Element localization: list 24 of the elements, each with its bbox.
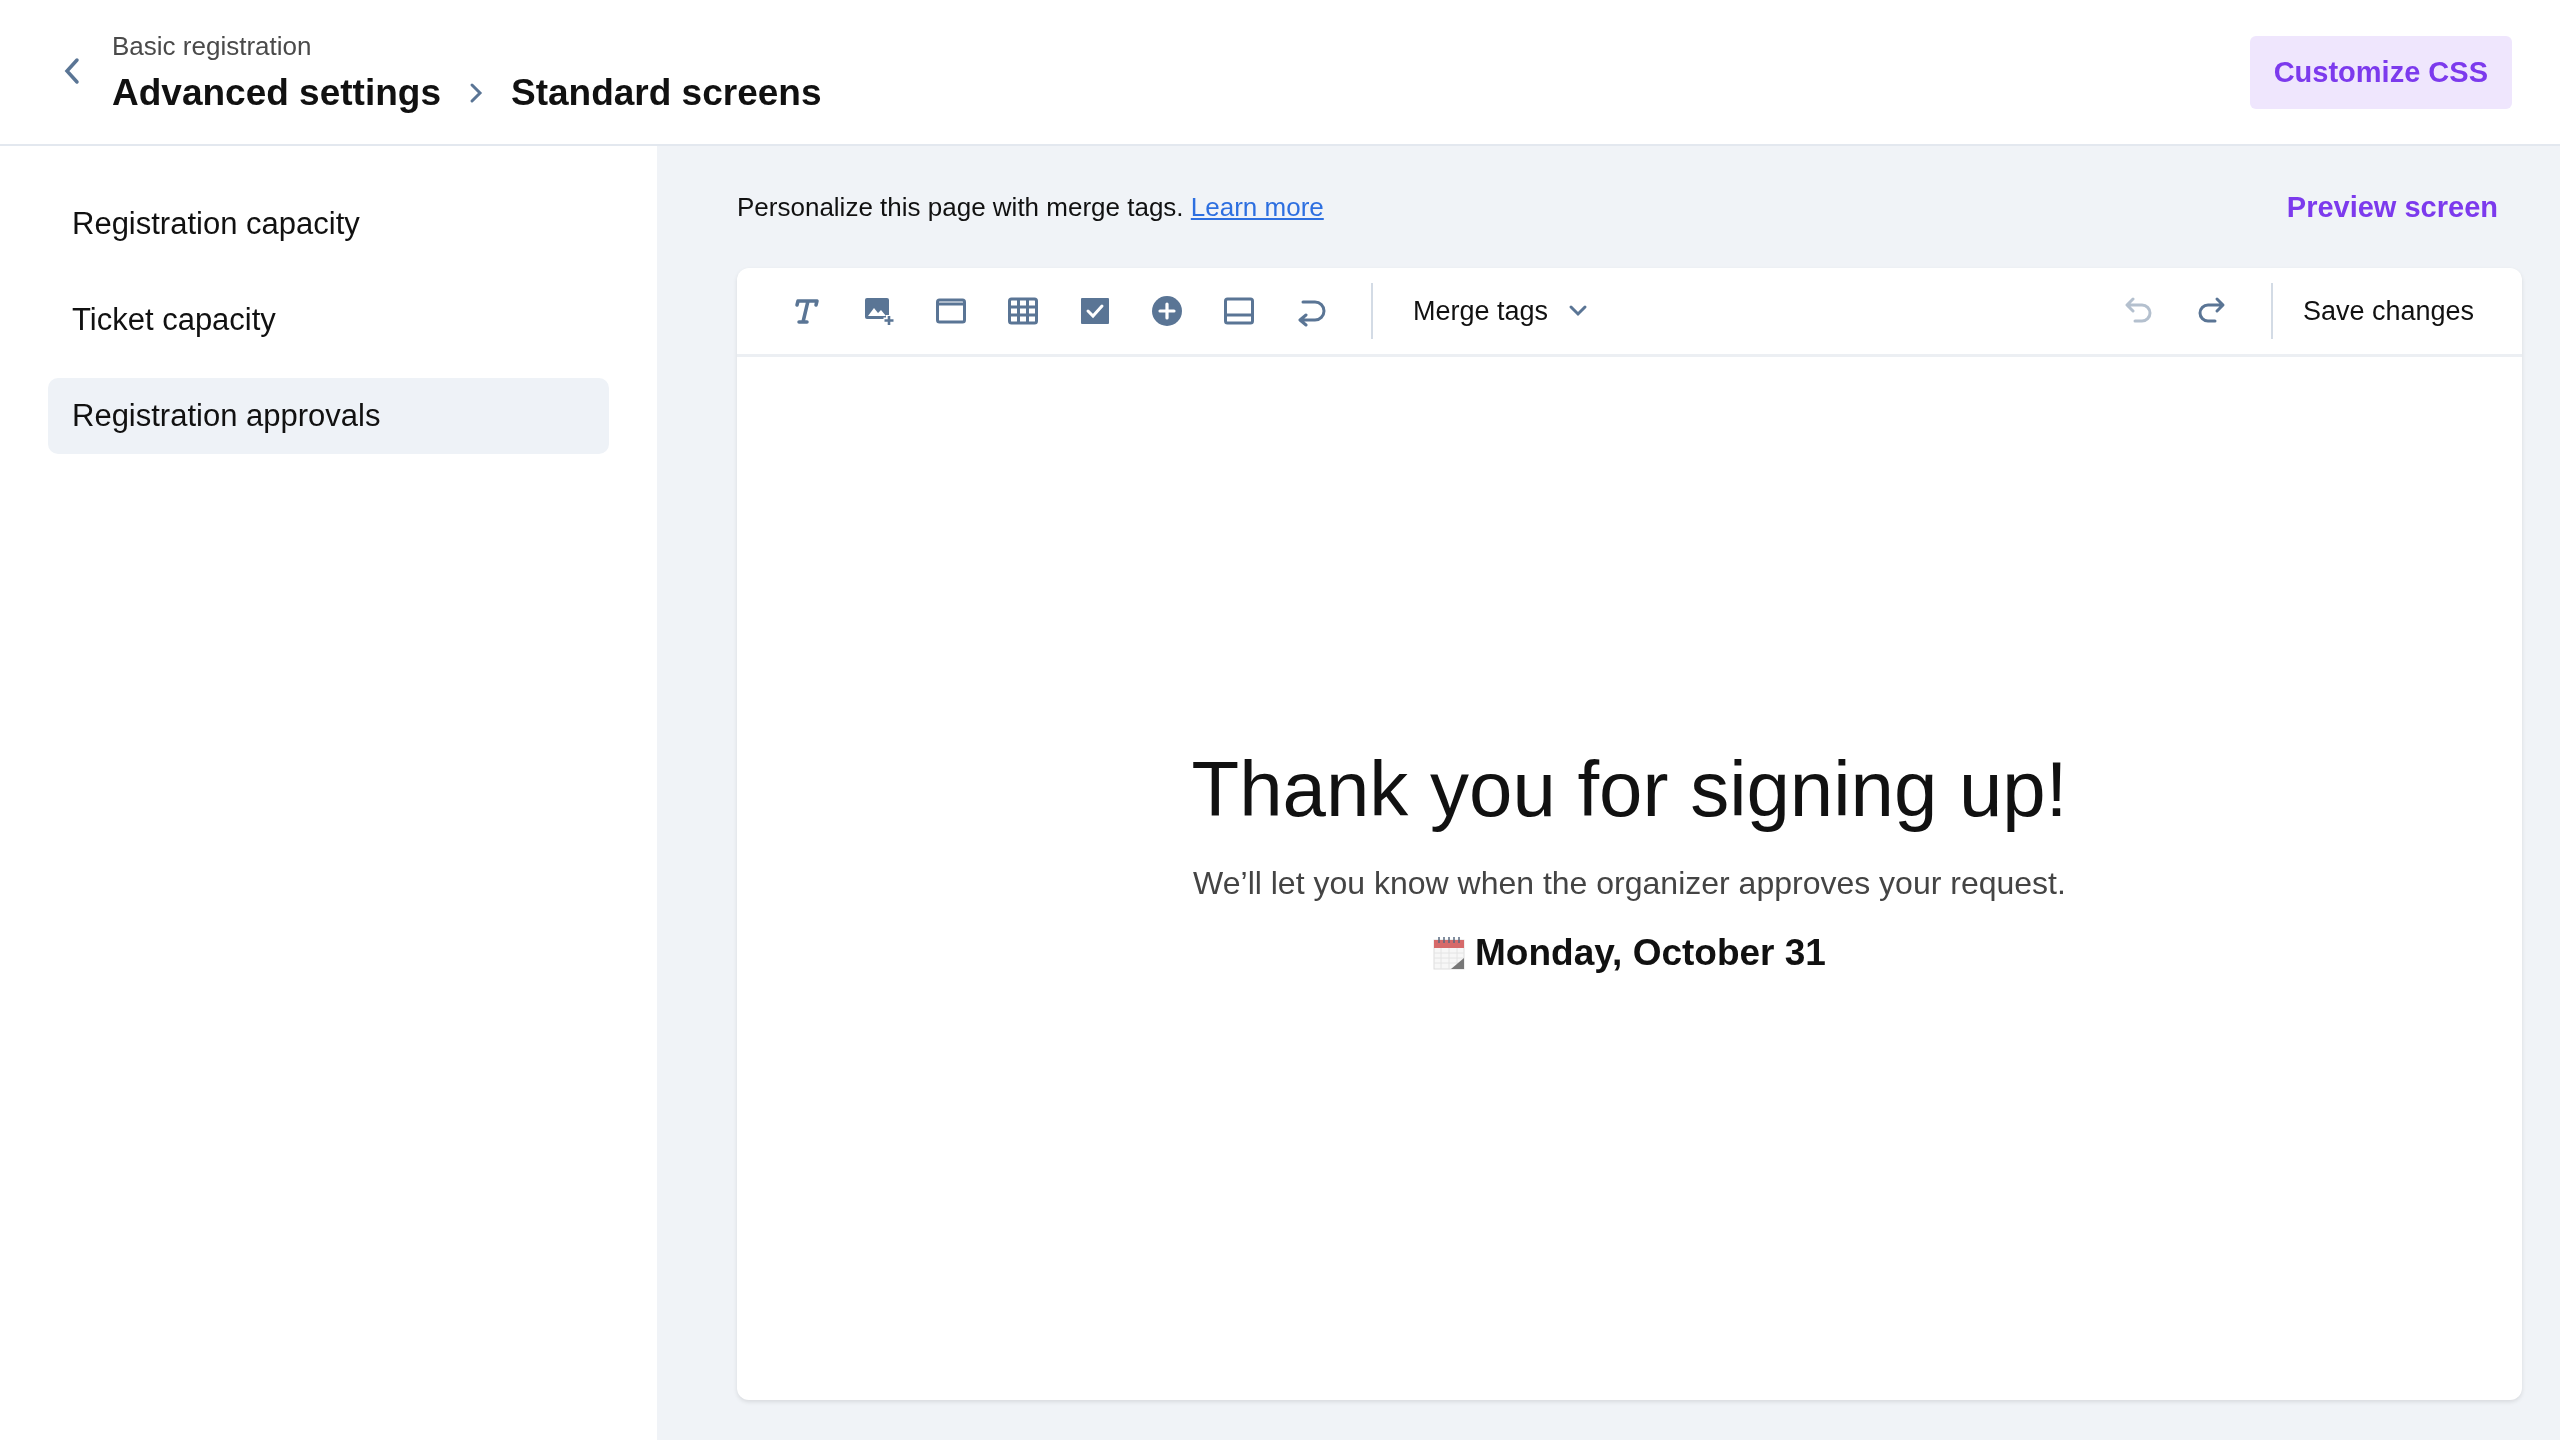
sidebar-item[interactable]: Ticket capacity bbox=[48, 282, 609, 358]
checkbox-icon[interactable] bbox=[1079, 295, 1111, 327]
approval-message: We’ll let you know when the organizer approves your request. bbox=[1193, 864, 2066, 902]
breadcrumb[interactable]: Standard screens bbox=[511, 71, 822, 114]
intro-text: Personalize this page with merge tags. Learn more bbox=[737, 191, 1324, 223]
parent-title: Basic registration bbox=[112, 30, 313, 62]
back-icon[interactable] bbox=[62, 56, 82, 86]
customize-css-button[interactable]: Customize CSS bbox=[2249, 35, 2512, 109]
chevron-right-icon bbox=[469, 81, 483, 104]
sidebar-item[interactable]: Registration approvals bbox=[48, 378, 609, 454]
plus-circle-icon[interactable] bbox=[1151, 295, 1183, 327]
thank-you-heading: Thank you for signing up! bbox=[1191, 743, 2068, 835]
table-icon[interactable] bbox=[1007, 295, 1039, 327]
breadcrumb[interactable]: Advanced settings bbox=[112, 71, 441, 114]
add-image-icon[interactable] bbox=[863, 295, 895, 327]
event-date: Monday, October 31 bbox=[1475, 931, 1826, 974]
calendar-icon bbox=[1433, 935, 1466, 970]
sidebar-item[interactable]: Registration capacity bbox=[48, 186, 609, 262]
learn-more-link[interactable]: Learn more bbox=[1190, 191, 1324, 222]
preview-screen-link[interactable]: Preview screen bbox=[2286, 190, 2498, 224]
footer-layout-icon[interactable] bbox=[1223, 295, 1255, 327]
merge-tags-dropdown[interactable]: Merge tags bbox=[1413, 289, 1589, 333]
save-changes-button[interactable]: Save changes bbox=[2302, 289, 2474, 333]
caret-icon bbox=[1568, 304, 1589, 318]
